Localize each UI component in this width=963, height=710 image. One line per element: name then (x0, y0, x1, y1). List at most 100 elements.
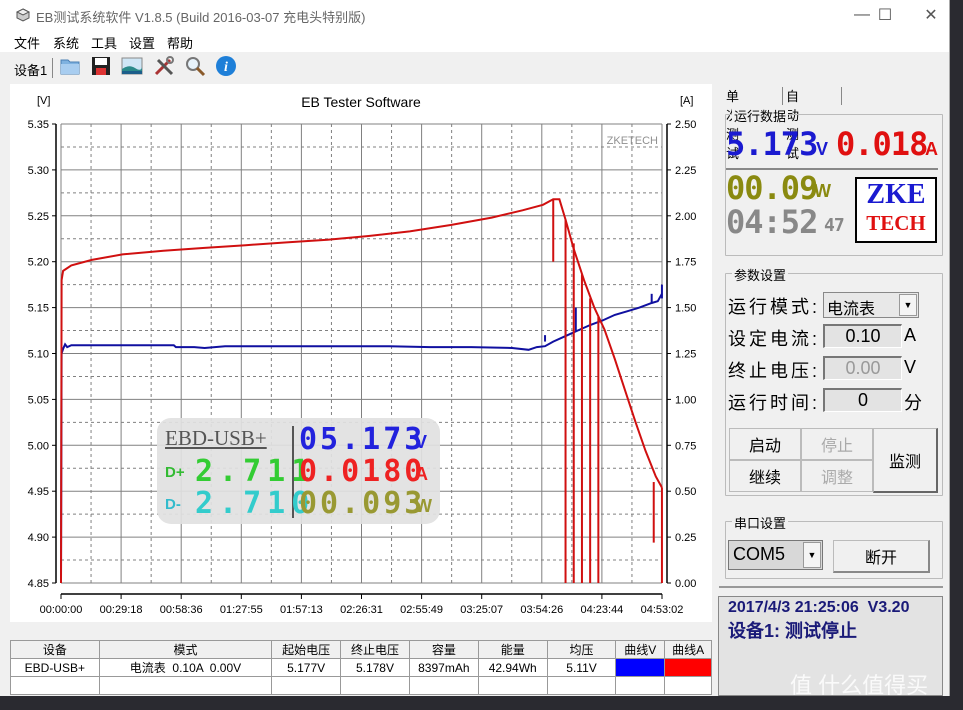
disconnect-button[interactable]: 断开 (833, 540, 930, 573)
set-current-unit: A (904, 325, 920, 345)
panel-divider (719, 586, 943, 588)
live-voltage: 5.173 (726, 125, 818, 163)
table-row[interactable]: EBD-USB+ 电流表 0.10A 0.00V 5.177V 5.178V 8… (10, 658, 712, 677)
y-left-tick-label: 4.90 (28, 532, 49, 544)
status-message: 设备1: 测试停止 (728, 621, 858, 641)
cell-mode: 电流表 0.10A 0.00V (98, 658, 273, 677)
device-tab[interactable]: 设备1 (14, 60, 47, 79)
overlay-voltage-unit: V (415, 432, 428, 452)
com-port-select[interactable]: COM5 ▼ (728, 540, 823, 570)
app-window: EB测试系统软件 V1.8.5 (Build 2016-03-07 充电头特别版… (0, 0, 950, 696)
col-start-voltage: 起始电压 (271, 640, 342, 659)
overlay-dplus-label: D+ (165, 464, 185, 481)
start-button[interactable]: 启动 (729, 428, 801, 460)
live-power-unit: W (814, 181, 831, 201)
folder-open-icon[interactable] (59, 55, 81, 77)
y-right-tick-label: 1.00 (675, 394, 696, 406)
live-power: 00.09 (726, 169, 818, 207)
continue-button[interactable]: 继续 (729, 460, 801, 492)
cutoff-voltage-unit: V (904, 357, 920, 377)
y-right-unit-label: [A] (680, 95, 693, 107)
y-right-tick-label: 0.50 (675, 486, 696, 498)
col-curve-v: 曲线V (615, 640, 666, 659)
y-right-tick-label: 1.75 (675, 257, 696, 269)
run-time-unit: 分 (904, 393, 925, 413)
live-elapsed-time: 04:52 (726, 203, 818, 241)
cell-capacity: 8397mAh (408, 658, 479, 677)
x-tick-label: 00:00:00 (40, 604, 83, 616)
col-energy: 能量 (477, 640, 548, 659)
watermark: 值 什么值得买 (790, 673, 929, 698)
mode-select[interactable]: 电流表 ▼ (823, 292, 919, 318)
y-right-tick-label: 0.25 (675, 532, 696, 544)
x-tick-label: 04:53:02 (641, 604, 684, 616)
set-current-label: 设定电流: (728, 329, 821, 349)
col-curve-a: 曲线A (664, 640, 712, 659)
mode-label: 运行模式: (728, 297, 821, 317)
chart: 5.35 5.30 5.25 5.20 5.15 5.10 5.05 5.00 4.95 4.90… (28, 94, 697, 616)
info-icon[interactable]: i (215, 55, 237, 77)
device-overlay: EBD-USB+ D+ 2.711 D- 2.710 05.173 V 0.01… (157, 418, 440, 524)
close-button[interactable]: ✕ (908, 0, 954, 30)
y-right-tick-label: 1.25 (675, 349, 696, 361)
serial-group: 串口设置 COM5 ▼ 断开 (725, 513, 943, 579)
menu-tools[interactable]: 工具 (91, 33, 117, 52)
run-time-input[interactable]: 0 (823, 388, 902, 412)
cell-avg-voltage: 5.11V (546, 658, 617, 677)
menu-file[interactable]: 文件 (14, 33, 40, 52)
running-data-label: 运行数据 (732, 106, 789, 125)
title-bar: EB测试系统软件 V1.8.5 (Build 2016-03-07 充电头特别版… (0, 0, 949, 30)
y-left-tick-label: 4.95 (28, 486, 49, 498)
cutoff-voltage-input[interactable]: 0.00 (823, 356, 902, 380)
close-icon: ✕ (924, 7, 938, 24)
x-tick-label: 02:55:49 (400, 604, 443, 616)
y-left-tick-label: 5.20 (28, 257, 49, 269)
chevron-down-icon: ▼ (899, 294, 917, 316)
chart-panel: 5.35 5.30 5.25 5.20 5.15 5.10 5.05 5.00 4.95 4.90… (10, 84, 712, 622)
y-left-tick-label: 4.85 (28, 578, 49, 590)
running-data-group: 运行数据 5.173 V 0.018 A 00.09 W 04:52 47 ZK… (725, 106, 943, 256)
menu-help[interactable]: 帮助 (167, 33, 193, 52)
col-avg-voltage: 均压 (546, 640, 617, 659)
stop-button[interactable]: 停止 (801, 428, 873, 460)
live-current-unit: A (925, 139, 938, 159)
overlay-voltage: 05.173 (299, 422, 426, 457)
window-title: EB测试系统软件 V1.8.5 (Build 2016-03-07 充电头特别版… (36, 10, 366, 25)
save-icon[interactable] (90, 55, 112, 77)
status-timestamp: 2017/4/3 21:25:06 V3.20 (728, 599, 910, 616)
y-left-tick-label: 5.05 (28, 394, 49, 406)
adjust-button[interactable]: 调整 (801, 460, 873, 492)
y-right-tick-label: 0.00 (675, 578, 696, 590)
serial-label: 串口设置 (732, 513, 789, 532)
menu-settings[interactable]: 设置 (129, 33, 155, 52)
maximize-button[interactable]: ☐ (862, 0, 908, 30)
overlay-dminus-value: 2.710 (195, 486, 316, 521)
x-tick-label: 01:57:13 (280, 604, 323, 616)
x-tick-label: 04:23:44 (580, 604, 623, 616)
chart-title: EB Tester Software (301, 94, 421, 110)
image-icon[interactable] (121, 55, 143, 77)
col-capacity: 容量 (408, 640, 479, 659)
app-icon (16, 8, 30, 22)
overlay-power-unit: W (415, 496, 432, 516)
y-right-tick-label: 0.75 (675, 440, 696, 452)
x-tick-label: 00:58:36 (160, 604, 203, 616)
curve-a-color-swatch[interactable] (664, 658, 712, 677)
live-current: 0.018 (836, 125, 928, 163)
curve-v-color-swatch[interactable] (615, 658, 666, 677)
tools-icon[interactable] (153, 55, 175, 77)
table-row-empty (10, 676, 712, 695)
cell-device: EBD-USB+ (10, 658, 100, 677)
y-left-unit-label: [V] (37, 95, 50, 107)
zketech-logo: ZKE TECH (855, 177, 937, 243)
search-icon[interactable] (184, 55, 206, 77)
results-table: 设备 模式 起始电压 终止电压 容量 能量 均压 曲线V 曲线A EBD-USB… (10, 640, 712, 695)
run-time-label: 运行时间: (728, 393, 821, 413)
overlay-current: 0.0180 (299, 454, 426, 489)
cutoff-voltage-label: 终止电压: (728, 361, 821, 381)
monitor-button[interactable]: 监测 (873, 428, 938, 493)
set-current-input[interactable]: 0.10 (823, 324, 902, 348)
y-left-tick-label: 5.00 (28, 440, 49, 452)
cell-energy: 42.94Wh (477, 658, 548, 677)
menu-system[interactable]: 系统 (53, 33, 79, 52)
